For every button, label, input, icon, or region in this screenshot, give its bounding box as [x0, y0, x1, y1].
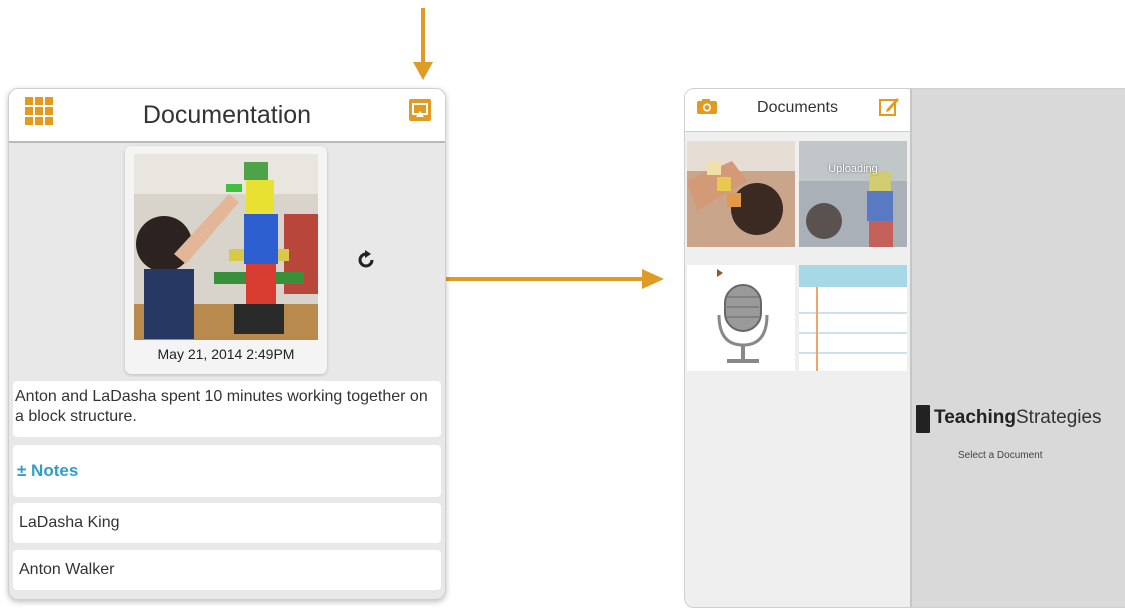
- documentation-screen: Documentation May 21, 2014 2:49PM Anton …: [8, 88, 446, 600]
- document-thumbnail-uploading[interactable]: Uploading: [799, 141, 907, 247]
- observation-caption[interactable]: Anton and LaDasha spent 10 minutes worki…: [13, 381, 441, 437]
- caption-text: Anton and LaDasha spent 10 minutes worki…: [15, 388, 428, 425]
- notes-label: ± Notes: [17, 461, 79, 480]
- documents-sidebar: Documents Uploading: [685, 89, 912, 607]
- child-name: Anton Walker: [19, 561, 115, 578]
- documents-header: Documents: [685, 89, 910, 132]
- documents-screen: Documents Uploading TeachingStrategies S…: [684, 88, 1125, 608]
- annotation-arrow-right-head: [642, 269, 664, 289]
- teaching-strategies-brand: TeachingStrategies: [934, 407, 1102, 428]
- photo-timestamp: May 21, 2014 2:49PM: [157, 346, 295, 362]
- annotation-arrow-right: [446, 277, 646, 281]
- documentation-photo[interactable]: [134, 154, 318, 340]
- edit-icon[interactable]: [878, 95, 900, 117]
- child-row[interactable]: Anton Walker: [13, 550, 441, 590]
- document-thumbnail-note[interactable]: [799, 265, 907, 371]
- page-title: Documentation: [142, 101, 312, 129]
- rotate-icon[interactable]: [355, 249, 377, 271]
- documentation-header: Documentation: [9, 89, 445, 143]
- annotation-arrow-down-head: [413, 62, 433, 80]
- photo-card[interactable]: May 21, 2014 2:49PM: [125, 146, 327, 374]
- annotation-arrow-down: [421, 8, 425, 66]
- document-preview-area: TeachingStrategies Select a Document: [912, 89, 1125, 607]
- empty-state-message: Select a Document: [958, 450, 1043, 461]
- share-upload-icon[interactable]: [409, 99, 431, 121]
- document-thumbnail-audio[interactable]: [687, 265, 795, 371]
- child-row[interactable]: LaDasha King: [13, 503, 441, 543]
- document-thumbnail-photo[interactable]: [687, 141, 795, 247]
- documents-title: Documents: [757, 99, 838, 116]
- upload-status: Uploading: [828, 163, 878, 175]
- child-name: LaDasha King: [19, 514, 120, 531]
- notes-toggle[interactable]: ± Notes: [13, 445, 441, 497]
- teaching-strategies-logo-icon: [916, 405, 930, 433]
